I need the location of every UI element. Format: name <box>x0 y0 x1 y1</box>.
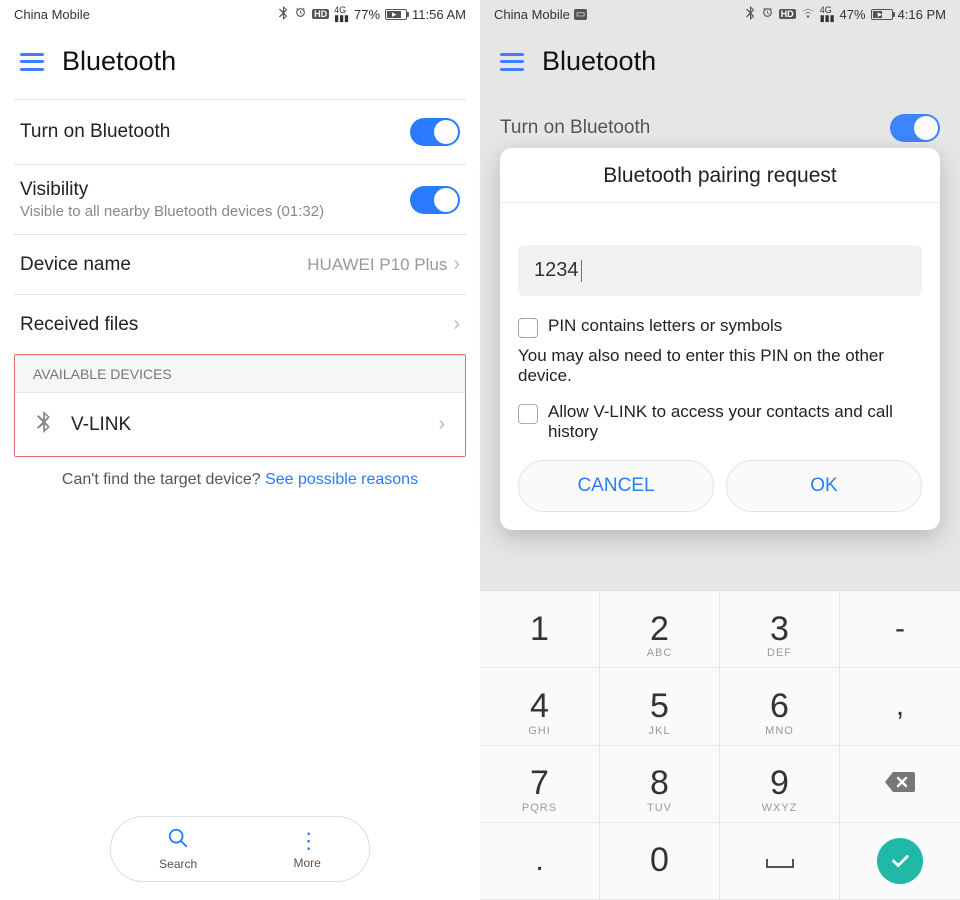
app-header: Bluetooth <box>0 28 480 99</box>
dialog-note: You may also need to enter this PIN on t… <box>500 342 940 398</box>
key-comma[interactable]: , <box>840 668 960 745</box>
chevron-right-icon: › <box>438 413 445 436</box>
row-turn-on-bluetooth: Turn on Bluetooth <box>480 100 960 144</box>
key-5[interactable]: 5JKL <box>600 668 720 745</box>
network-icon: 4G▮▮▮ <box>820 6 835 22</box>
carrier-label: China Mobile <box>494 7 570 22</box>
key-enter[interactable] <box>840 823 960 900</box>
menu-icon[interactable] <box>500 53 524 71</box>
bluetooth-icon <box>35 411 55 438</box>
key-0[interactable]: 0 <box>600 823 720 900</box>
key-space[interactable] <box>720 823 840 900</box>
alarm-icon <box>761 6 774 22</box>
row-label: Received files <box>20 314 138 336</box>
bluetooth-icon <box>745 6 756 23</box>
hd-icon: HD <box>312 9 329 19</box>
key-9[interactable]: 9WXYZ <box>720 746 840 823</box>
toggle-visibility[interactable] <box>410 186 460 214</box>
text-caret <box>581 260 583 282</box>
device-row-vlink[interactable]: V-LINK › <box>15 393 465 456</box>
key-1[interactable]: 1 <box>480 591 600 668</box>
key-8[interactable]: 8TUV <box>600 746 720 823</box>
toggle-bluetooth <box>890 114 940 142</box>
backspace-icon <box>883 764 917 803</box>
space-icon <box>765 841 795 880</box>
network-icon: 4G▮▮▮ <box>334 6 349 22</box>
numeric-keypad: 1 2ABC 3DEF - 4GHI 5JKL 6MNO , 7PQRS 8TU… <box>480 590 960 900</box>
wifi-icon <box>801 7 815 22</box>
key-2[interactable]: 2ABC <box>600 591 720 668</box>
search-icon <box>167 827 189 855</box>
checkbox-row-pin-letters[interactable]: PIN contains letters or symbols <box>500 312 940 342</box>
dialog-title: Bluetooth pairing request <box>500 148 940 203</box>
clock-label: 11:56 AM <box>412 7 466 22</box>
dual-sim-icon: ▭ <box>574 9 587 20</box>
checkbox[interactable] <box>518 318 538 338</box>
key-3[interactable]: 3DEF <box>720 591 840 668</box>
key-period[interactable]: . <box>480 823 600 900</box>
ok-button[interactable]: OK <box>726 460 922 512</box>
page-title: Bluetooth <box>542 46 656 77</box>
nav-search[interactable]: Search <box>159 827 197 871</box>
device-name: V-LINK <box>71 414 131 436</box>
battery-percent: 77% <box>354 7 380 22</box>
alarm-icon <box>294 6 307 22</box>
page-title: Bluetooth <box>62 46 176 77</box>
nav-more[interactable]: ⋮ More <box>294 828 321 870</box>
hint-text: Can't find the target device? See possib… <box>0 457 480 503</box>
status-bar: China Mobile HD 4G▮▮▮ 77% ▸ 11:56 AM <box>0 0 480 28</box>
battery-icon: ▸ <box>871 9 893 20</box>
key-4[interactable]: 4GHI <box>480 668 600 745</box>
highlight-box-available-device: AVAILABLE DEVICES V-LINK › <box>14 354 466 457</box>
row-label: Visibility <box>20 179 324 201</box>
chevron-right-icon: › <box>453 313 460 336</box>
toggle-bluetooth[interactable] <box>410 118 460 146</box>
link-see-possible-reasons[interactable]: See possible reasons <box>265 471 418 488</box>
checkbox-row-allow-contacts[interactable]: Allow V-LINK to access your contacts and… <box>500 398 940 446</box>
row-sublabel: Visible to all nearby Bluetooth devices … <box>20 203 324 220</box>
dialog-pairing-request: Bluetooth pairing request 1234 PIN conta… <box>500 148 940 530</box>
key-backspace[interactable] <box>840 746 960 823</box>
bottom-pill-nav: Search ⋮ More <box>110 816 370 882</box>
more-icon: ⋮ <box>298 828 317 854</box>
cancel-button[interactable]: CANCEL <box>518 460 714 512</box>
pin-input[interactable]: 1234 <box>518 245 922 296</box>
row-label: Device name <box>20 254 131 276</box>
key-dash[interactable]: - <box>840 591 960 668</box>
key-6[interactable]: 6MNO <box>720 668 840 745</box>
hd-icon: HD <box>779 9 796 19</box>
row-visibility[interactable]: Visibility Visible to all nearby Bluetoo… <box>0 165 480 234</box>
chevron-right-icon: › <box>453 253 460 276</box>
carrier-label: China Mobile <box>14 7 90 22</box>
app-header: Bluetooth <box>480 28 960 99</box>
battery-icon: ▸ <box>385 9 407 20</box>
screenshot-bluetooth-pairing: China Mobile ▭ HD 4G▮▮▮ 47% ▸ 4:16 PM <box>480 0 960 900</box>
row-device-name[interactable]: Device name HUAWEI P10 Plus › <box>0 235 480 294</box>
screenshot-bluetooth-settings: China Mobile HD 4G▮▮▮ 77% ▸ 11:56 AM Blu… <box>0 0 480 900</box>
menu-icon[interactable] <box>20 53 44 71</box>
row-turn-on-bluetooth[interactable]: Turn on Bluetooth <box>0 100 480 164</box>
check-icon <box>877 838 923 884</box>
bluetooth-icon <box>278 6 289 23</box>
row-label: Turn on Bluetooth <box>20 121 170 143</box>
clock-label: 4:16 PM <box>898 7 946 22</box>
row-received-files[interactable]: Received files › <box>0 295 480 354</box>
device-name-value: HUAWEI P10 Plus <box>307 255 447 275</box>
key-7[interactable]: 7PQRS <box>480 746 600 823</box>
checkbox[interactable] <box>518 404 538 424</box>
status-bar: China Mobile ▭ HD 4G▮▮▮ 47% ▸ 4:16 PM <box>480 0 960 28</box>
section-available-devices: AVAILABLE DEVICES <box>15 355 465 393</box>
battery-percent: 47% <box>840 7 866 22</box>
